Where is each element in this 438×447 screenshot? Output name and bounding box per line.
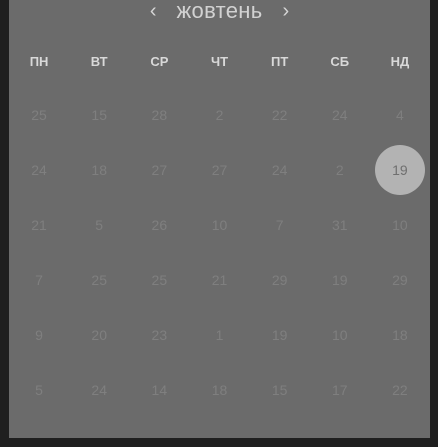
day-cell[interactable]: 19 [250, 307, 310, 362]
day-cell[interactable]: 27 [189, 142, 249, 197]
day-cell[interactable]: 29 [370, 252, 430, 307]
day-number: 21 [31, 216, 47, 233]
day-cell[interactable]: 10 [370, 197, 430, 252]
day-cell[interactable]: 22 [250, 87, 310, 142]
day-number: 28 [151, 106, 168, 123]
day-cell[interactable]: 10 [310, 307, 370, 362]
day-cell[interactable]: 21 [189, 252, 249, 307]
next-month-icon[interactable]: › [280, 1, 291, 21]
day-cell[interactable]: 10 [189, 197, 249, 252]
day-cell[interactable]: 24 [310, 87, 370, 142]
day-cell[interactable]: 18 [69, 142, 129, 197]
day-number: 18 [211, 381, 228, 398]
day-number: 15 [271, 381, 288, 398]
day-cell[interactable]: 28 [129, 87, 189, 142]
day-cell[interactable]: 24 [69, 362, 129, 417]
day-cell[interactable]: 26 [129, 197, 189, 252]
day-number: 19 [271, 326, 288, 343]
day-number: 25 [91, 271, 107, 288]
day-number: 22 [271, 106, 288, 123]
day-cell[interactable]: 18 [189, 362, 249, 417]
day-cell[interactable]: 9 [9, 307, 69, 362]
weekday-sun: НД [390, 54, 410, 69]
day-number: 29 [392, 271, 408, 288]
day-cell[interactable]: 14 [129, 362, 189, 417]
day-cell[interactable]: 27 [129, 142, 189, 197]
day-cell[interactable]: 24 [250, 142, 310, 197]
day-number: 21 [211, 271, 228, 288]
weekday-fri: ПТ [270, 54, 289, 69]
day-number: 24 [31, 161, 47, 178]
day-cell[interactable]: 19 [310, 252, 370, 307]
day-number: 18 [91, 161, 107, 178]
calendar-header: ‹ жовтень › [9, 0, 430, 22]
day-number: 23 [151, 326, 168, 343]
day-cell[interactable]: 5 [69, 197, 129, 252]
day-cell[interactable]: 31 [310, 197, 370, 252]
day-cell[interactable]: 29 [250, 252, 310, 307]
day-cell[interactable]: 21 [9, 197, 69, 252]
day-number: 5 [35, 381, 43, 398]
day-number: 10 [392, 216, 408, 233]
day-cell[interactable]: 24 [9, 142, 69, 197]
day-cell[interactable]: 25 [69, 252, 129, 307]
day-cell[interactable]: 18 [370, 307, 430, 362]
day-cell[interactable]: 17 [310, 362, 370, 417]
day-number: 7 [35, 271, 43, 288]
day-number: 7 [275, 216, 284, 233]
day-number: 24 [331, 106, 348, 123]
weekday-thu: ЧТ [210, 54, 229, 69]
day-cell[interactable]: 5 [9, 362, 69, 417]
selected-day-number: 19 [374, 144, 425, 195]
day-number: 2 [335, 161, 344, 178]
day-number: 24 [271, 161, 288, 178]
day-number: 17 [331, 381, 348, 398]
day-cell[interactable]: 15 [69, 87, 129, 142]
day-number: 19 [331, 271, 348, 288]
day-number: 1 [215, 326, 224, 343]
day-cell[interactable]: 2 [189, 87, 249, 142]
day-number: 22 [392, 381, 408, 398]
day-number: 14 [151, 381, 168, 398]
day-number: 24 [91, 381, 107, 398]
day-number: 4 [396, 106, 404, 123]
day-number: 9 [35, 326, 43, 343]
day-number: 27 [151, 161, 168, 178]
day-cell[interactable]: 15 [250, 362, 310, 417]
weekday-header-row: ПН ВТ СР ЧТ ПТ СБ НД [9, 52, 430, 72]
day-cell[interactable]: 4 [370, 87, 430, 142]
weekday-sat: СБ [330, 54, 350, 69]
day-cell[interactable]: 22 [370, 362, 430, 417]
day-cell[interactable]: 20 [69, 307, 129, 362]
calendar-panel: ‹ жовтень › ПН ВТ СР ЧТ ПТ СБ НД 25 15 2… [9, 0, 430, 438]
weekday-wed: СР [150, 54, 169, 69]
day-number: 2 [215, 106, 224, 123]
day-cell[interactable]: 25 [129, 252, 189, 307]
day-cell-selected[interactable]: 19 [370, 142, 430, 197]
day-number: 10 [331, 326, 348, 343]
weekday-tue: ВТ [90, 54, 108, 69]
day-cell[interactable]: 1 [189, 307, 249, 362]
weekday-mon: ПН [29, 54, 49, 69]
day-number: 25 [31, 106, 47, 123]
day-cell[interactable]: 7 [250, 197, 310, 252]
day-number: 25 [151, 271, 168, 288]
day-number: 29 [271, 271, 288, 288]
day-grid: 25 15 28 2 22 24 4 24 18 27 27 24 2 19 2… [9, 87, 430, 417]
month-title: жовтень [176, 0, 263, 23]
day-number: 15 [91, 106, 107, 123]
day-number: 31 [331, 216, 348, 233]
day-cell[interactable]: 7 [9, 252, 69, 307]
day-number: 5 [95, 216, 104, 233]
day-cell[interactable]: 2 [310, 142, 370, 197]
day-number: 26 [151, 216, 168, 233]
day-cell[interactable]: 23 [129, 307, 189, 362]
day-cell[interactable]: 25 [9, 87, 69, 142]
day-number: 20 [91, 326, 107, 343]
prev-month-icon[interactable]: ‹ [148, 1, 159, 21]
day-number: 18 [392, 326, 408, 343]
day-number: 10 [211, 216, 228, 233]
day-number: 27 [211, 161, 228, 178]
